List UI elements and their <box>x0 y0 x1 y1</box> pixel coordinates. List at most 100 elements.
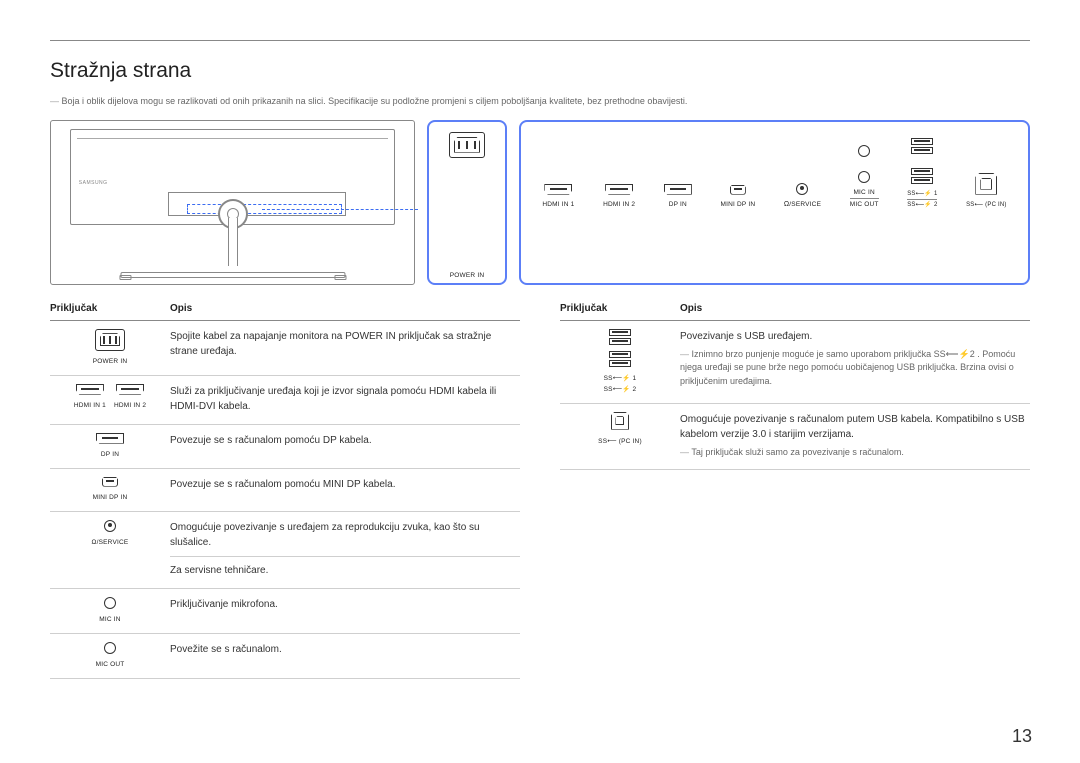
th-port: Priključak <box>50 303 170 314</box>
port-label: HDMI IN 1 <box>74 402 106 409</box>
table-row: SS⟵ (PC IN) Omogućuje povezivanje s raču… <box>560 404 1030 471</box>
th-desc: Opis <box>170 303 192 314</box>
table-header: Priključak Opis <box>50 303 520 321</box>
port-desc: Priključivanje mikrofona. <box>170 597 520 623</box>
power-label: POWER IN <box>450 272 484 279</box>
port-desc: Povezuje se s računalom pomoću DP kabela… <box>170 433 520 458</box>
connector-callout-line <box>262 209 418 210</box>
minidp-label: MINI DP IN <box>720 201 755 208</box>
port-desc: Povezuje se s računalom pomoću MINI DP k… <box>170 477 520 501</box>
footnote: Taj priključak služi samo za povezivanje… <box>680 446 1030 460</box>
dp-icon <box>96 433 124 444</box>
audio-jack-icon <box>858 145 870 157</box>
port-mic-group: MIC IN MIC OUT <box>850 145 879 208</box>
port-label: Ω/SERVICE <box>92 539 129 546</box>
mic-out-label: MIC OUT <box>850 198 879 208</box>
port-label: SS⟵⚡ 1 <box>604 374 637 382</box>
port-label: HDMI IN 2 <box>114 402 146 409</box>
port-label: MINI DP IN <box>93 494 128 501</box>
port-label: MIC OUT <box>96 661 125 668</box>
monitor-back-diagram <box>50 120 415 285</box>
th-desc: Opis <box>680 303 702 314</box>
port-hdmi1: HDMI IN 1 <box>542 184 574 208</box>
table-header: Priključak Opis <box>560 303 1030 321</box>
port-label: SS⟵⚡ 2 <box>604 385 637 393</box>
audio-jack-icon <box>796 183 808 195</box>
power-port-icon <box>449 132 485 158</box>
port-cell: SS⟵⚡ 1 SS⟵⚡ 2 <box>604 329 637 393</box>
port-cell: Ω/SERVICE <box>92 520 129 578</box>
table-row: MIC OUT Povežite se s računalom. <box>50 634 520 679</box>
table-row: MINI DP IN Povezuje se s računalom pomoć… <box>50 469 520 512</box>
section-title: Stražnja strana <box>50 59 1030 83</box>
audio-jack-icon <box>858 171 870 183</box>
left-table: Priključak Opis POWER IN Spojite kabel z… <box>50 303 520 679</box>
usb-a-stack-icon <box>911 168 933 184</box>
table-row: POWER IN Spojite kabel za napajanje moni… <box>50 321 520 376</box>
hdmi1-label: HDMI IN 1 <box>542 201 574 208</box>
top-note: Boja i oblik dijelova mogu se razlikovat… <box>50 95 1030 108</box>
port-service: /SERVICE <box>784 183 821 208</box>
port-desc: Služi za priključivanje uređaja koji je … <box>170 384 520 414</box>
usb-ss2-label: SS⟵⚡ 2 <box>907 199 937 208</box>
port-tables: Priključak Opis POWER IN Spojite kabel z… <box>50 303 1030 679</box>
port-label: MIC IN <box>99 616 120 623</box>
port-label: DP IN <box>101 451 119 458</box>
port-desc: Povežite se s računalom. <box>170 642 520 668</box>
usb-a-stack-icon <box>609 351 631 367</box>
port-cell: SS⟵ (PC IN) <box>598 412 642 460</box>
hdmi-icon <box>76 384 104 395</box>
port-label: POWER IN <box>93 358 127 365</box>
hdmi-icon <box>116 384 144 395</box>
dp-label: DP IN <box>669 201 687 208</box>
table-row: Ω/SERVICE Omogućuje povezivanje s uređaj… <box>50 512 520 589</box>
usb-pc-label: SS⟵ (PC IN) <box>966 201 1006 208</box>
port-hdmi2: HDMI IN 2 <box>603 184 635 208</box>
port-desc: Omogućuje povezivanje s računalom putem … <box>680 412 1030 460</box>
usb-b-icon <box>975 173 997 195</box>
usb-ss1-label: SS⟵⚡ 1 <box>907 190 937 197</box>
service-label: /SERVICE <box>784 201 821 208</box>
audio-jack-icon <box>104 520 116 532</box>
port-cell: MIC IN <box>99 597 120 623</box>
port-cell: HDMI IN 2 <box>114 384 146 414</box>
top-divider <box>50 40 1030 41</box>
footnote: Iznimno brzo punjenje moguće je samo upo… <box>680 348 1030 389</box>
minidp-icon <box>730 185 746 195</box>
right-table: Priključak Opis SS⟵⚡ 1 SS⟵⚡ 2 Povezivanj… <box>560 303 1030 679</box>
audio-jack-icon <box>104 597 116 609</box>
minidp-icon <box>102 477 118 487</box>
port-usb-upstream: SS⟵ (PC IN) <box>966 173 1006 208</box>
port-desc: Omogućuje povezivanje s uređajem za repr… <box>170 520 520 578</box>
port-minidp: MINI DP IN <box>720 185 755 208</box>
port-usb-downstream: SS⟵⚡ 1 SS⟵⚡ 2 <box>907 138 937 208</box>
dp-icon <box>664 184 692 195</box>
port-cell: MIC OUT <box>96 642 125 668</box>
table-row: HDMI IN 1 HDMI IN 2 Služi za priključivan… <box>50 376 520 425</box>
usb-a-stack-icon <box>609 329 631 345</box>
port-cell: DP IN <box>96 433 124 458</box>
audio-jack-icon <box>104 642 116 654</box>
mic-in-label: MIC IN <box>853 189 874 196</box>
port-cell: MINI DP IN <box>93 477 128 501</box>
hdmi2-label: HDMI IN 2 <box>603 201 635 208</box>
usb-b-icon <box>611 412 629 430</box>
hdmi-icon <box>544 184 572 195</box>
table-row: SS⟵⚡ 1 SS⟵⚡ 2 Povezivanje s USB uređajem… <box>560 321 1030 404</box>
power-highlight-box: POWER IN <box>427 120 507 285</box>
port-desc: Povezivanje s USB uređajem. Iznimno brzo… <box>680 329 1030 393</box>
stand-base <box>120 272 345 278</box>
ports-highlight-box: HDMI IN 1 HDMI IN 2 DP IN MINI DP IN /SE… <box>519 120 1030 285</box>
port-desc: Spojite kabel za napajanje monitora na P… <box>170 329 520 365</box>
stand-neck <box>228 218 238 266</box>
port-cell: POWER IN <box>93 329 127 365</box>
port-dp: DP IN <box>664 184 692 208</box>
th-port: Priključak <box>560 303 680 314</box>
page-number: 13 <box>1012 726 1032 747</box>
usb-a-stack-icon <box>911 138 933 154</box>
hdmi-icon <box>605 184 633 195</box>
table-row: MIC IN Priključivanje mikrofona. <box>50 589 520 634</box>
diagram-row: POWER IN HDMI IN 1 HDMI IN 2 DP IN MINI … <box>50 120 1030 285</box>
table-row: DP IN Povezuje se s računalom pomoću DP … <box>50 425 520 469</box>
power-port-icon <box>95 329 125 351</box>
